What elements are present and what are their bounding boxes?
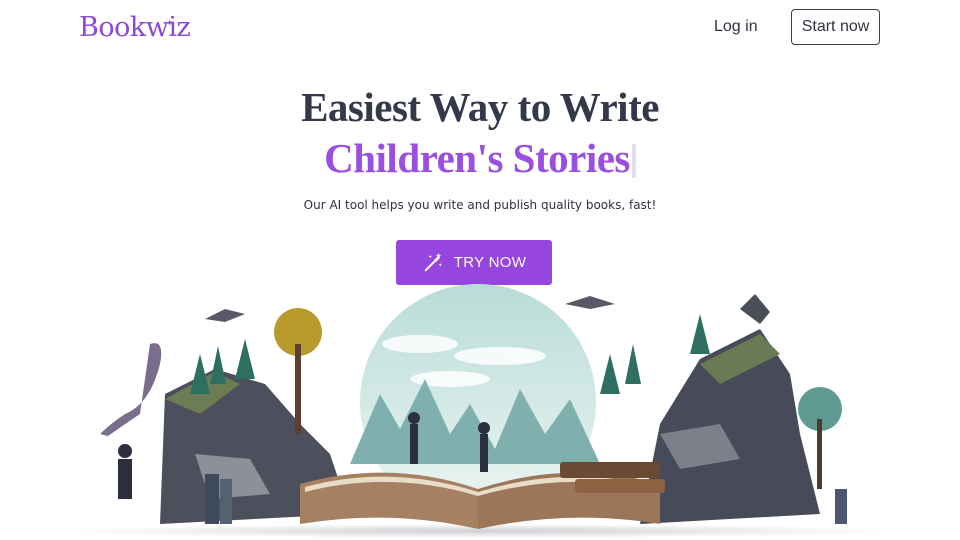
logo-text-book: Book <box>79 12 146 43</box>
headline-highlight: Children's Stories <box>324 135 630 181</box>
login-link[interactable]: Log in <box>714 16 758 38</box>
try-now-label: TRY NOW <box>453 254 527 271</box>
brand-logo[interactable]: Bookwiz ✦ <box>79 12 191 44</box>
headline-line-2: Children's Stories <box>0 135 960 181</box>
sparkle-icon: ✦ <box>166 19 174 29</box>
try-now-button[interactable]: TRY NOW <box>396 240 552 285</box>
hero-subtitle: Our AI tool helps you write and publish … <box>303 198 657 212</box>
start-now-button[interactable]: Start now <box>791 9 880 45</box>
hero-illustration <box>60 284 900 538</box>
typing-caret <box>631 144 636 178</box>
top-nav: Bookwiz ✦ Log in Start now <box>0 0 960 56</box>
headline-line-1: Easiest Way to Write <box>301 84 659 130</box>
right-cliff <box>640 329 820 524</box>
magic-wand-icon <box>424 252 442 271</box>
